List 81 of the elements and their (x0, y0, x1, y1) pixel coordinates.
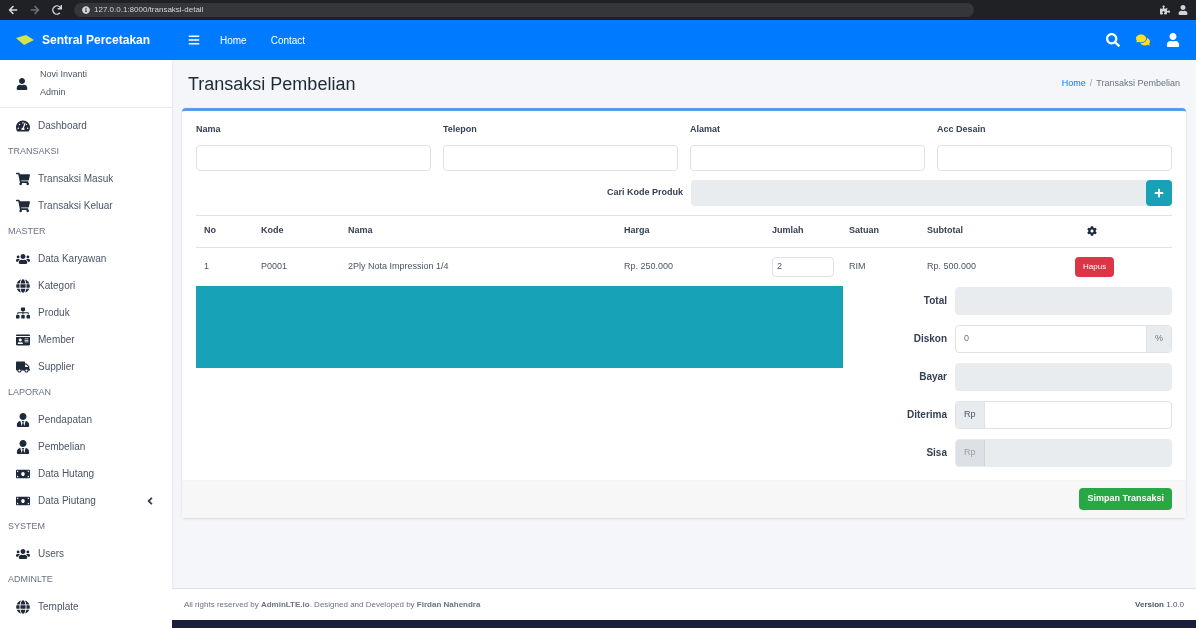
back-icon[interactable] (8, 5, 18, 15)
sidebar-item[interactable]: Dashboard (0, 112, 172, 139)
sidebar-section-header: SYSTEM (7, 520, 46, 534)
input-suffix: % (1146, 325, 1171, 352)
input-field[interactable] (690, 144, 925, 171)
plus-icon (1154, 187, 1164, 198)
profile-icon[interactable] (1178, 5, 1188, 15)
sidebar-item[interactable]: Pembelian (0, 433, 172, 460)
nav-link[interactable]: Contact (270, 32, 306, 48)
logo-icon (16, 35, 34, 45)
quantity-field[interactable]: 2 (772, 256, 834, 277)
column-header: Kode (261, 224, 285, 238)
sidebar-item[interactable]: Pendapatan (0, 406, 172, 433)
table-cell-text: P0001 (261, 259, 289, 273)
field-label: Bayar (918, 370, 947, 384)
field-label: Cari Kode Produk (607, 185, 683, 199)
sidebar-item[interactable]: Produk (0, 299, 172, 326)
field-label: Alamat (690, 123, 721, 136)
field-label: Sisa (925, 446, 947, 460)
sidebar-section-header: ADMINLTE (7, 573, 54, 587)
footer-credits: All rights reserved by AdminLTE.io. Designed and Developed by Firdan Nahendra (184, 598, 481, 611)
input-field[interactable]: Rp (955, 400, 1172, 429)
sidebar-section-header: TRANSAKSI (7, 145, 60, 159)
sidebar-section-header: LAPORAN (7, 386, 52, 400)
address-bar[interactable]: 127.0.0.1:8000/transaksi-detail (74, 3, 974, 17)
sidebar-item[interactable]: Kategori (0, 272, 172, 299)
breadcrumb-item[interactable]: Home (1061, 77, 1086, 91)
sidebar-item[interactable]: Data Karyawan (0, 245, 172, 272)
brand-name[interactable]: Sentral Percetakan (42, 31, 151, 49)
field-label: Diskon (912, 332, 947, 346)
field-label: Acc Desain (937, 123, 987, 136)
sidebar-item[interactable]: Data Hutang (0, 460, 172, 487)
table-cell-text: Rp. 250.000 (624, 259, 675, 273)
field-label: Total (922, 294, 947, 308)
column-header: No (204, 224, 217, 238)
field-label: Telepon (443, 123, 478, 136)
add-button[interactable] (1146, 179, 1172, 206)
sidebar-item[interactable]: Data Piutang (0, 487, 172, 514)
forward-icon[interactable] (30, 5, 40, 15)
reload-icon[interactable] (52, 5, 62, 15)
input-value: 0 (963, 331, 970, 345)
nav-link[interactable]: Home (220, 32, 247, 48)
breadcrumb-item: Transaksi Pembelian (1096, 77, 1180, 91)
input-field[interactable] (443, 144, 678, 171)
table-cell-text: Rp. 500.000 (927, 259, 978, 273)
user-avatar-icon (16, 77, 28, 90)
page-title: Transaksi Pembelian (188, 72, 356, 96)
column-header: Subtotal (927, 224, 964, 238)
table-cell-text: 1 (204, 259, 210, 273)
info-icon (82, 6, 90, 14)
sidebar-item[interactable]: Supplier (0, 353, 172, 380)
input-prefix: Rp (956, 401, 985, 428)
search-icon[interactable] (1106, 33, 1120, 47)
table-cell-text: 2Ply Nota Impression 1/4 (348, 259, 450, 273)
column-header: Jumlah (772, 224, 805, 238)
user-name[interactable]: Novi Invanti (40, 68, 88, 82)
field-label: Diterima (906, 408, 947, 422)
breadcrumb-separator: / (1089, 77, 1093, 91)
delete-button[interactable]: Hapus (1075, 256, 1115, 277)
sidebar-item[interactable]: Template (0, 593, 172, 620)
sidebar-item[interactable]: Member (0, 326, 172, 353)
version-label: Version 1.0.0 (1135, 598, 1184, 611)
input-prefix: Rp (956, 439, 985, 466)
sidebar-item[interactable]: Transaksi Masuk (0, 165, 172, 192)
column-header: Harga (624, 224, 651, 238)
user-role: Admin (40, 85, 67, 99)
sidebar-item[interactable]: Transaksi Keluar (0, 192, 172, 219)
field-label: Nama (196, 123, 222, 136)
search-field[interactable] (691, 179, 1146, 206)
sidebar-section-header: MASTER (7, 225, 47, 239)
settings-icon (1087, 226, 1097, 236)
input-field[interactable] (196, 144, 431, 171)
table-cell-text: RIM (849, 259, 867, 273)
input-field[interactable] (937, 144, 1172, 171)
sidebar-item[interactable]: Users (0, 540, 172, 567)
input-field[interactable]: 0 % (955, 324, 1172, 353)
extension-icon[interactable] (1160, 5, 1170, 15)
user-icon[interactable] (1166, 33, 1180, 47)
column-header: Satuan (849, 224, 880, 238)
column-header: Nama (348, 224, 374, 238)
comments-icon[interactable] (1136, 33, 1150, 47)
